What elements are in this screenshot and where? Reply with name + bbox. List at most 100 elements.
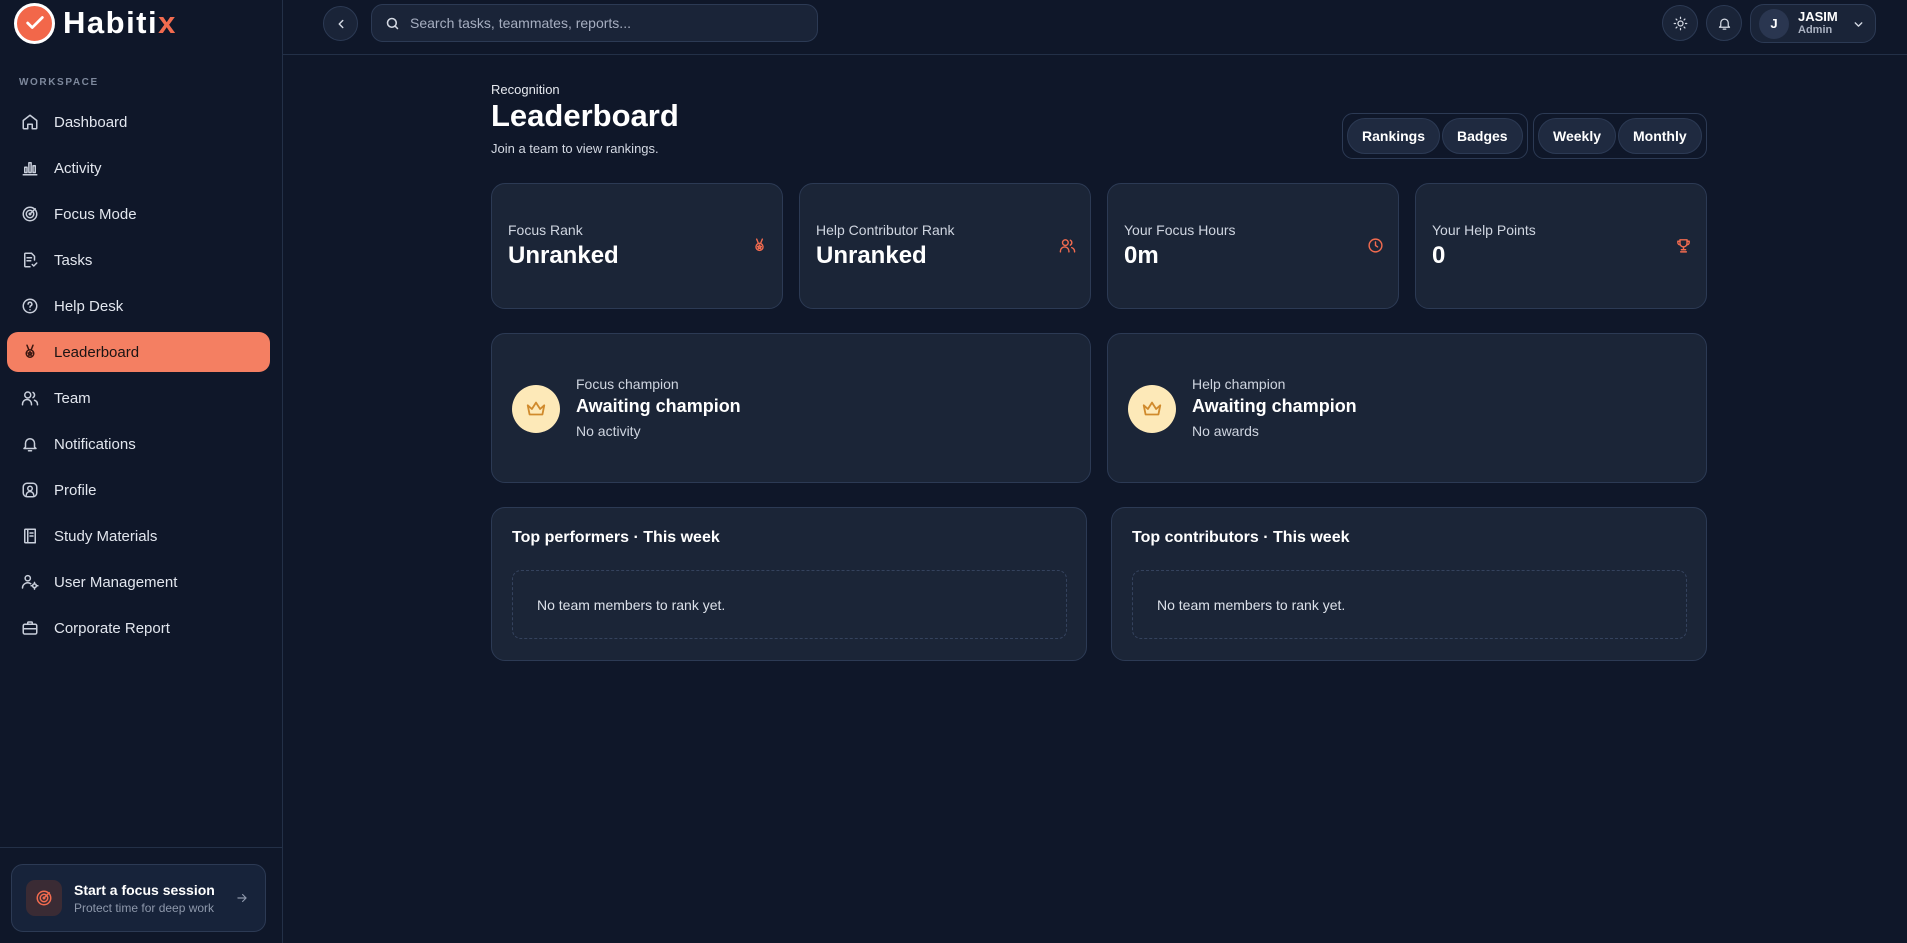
- page-subtitle: Join a team to view rankings.: [491, 141, 659, 156]
- stat-label: Your Help Points: [1432, 222, 1536, 238]
- sidebar-nav: Dashboard Activity Focus Mode Tasks Help…: [7, 102, 270, 654]
- panel-title: Top performers · This week: [512, 529, 720, 546]
- stat-value: Unranked: [508, 242, 619, 269]
- theme-toggle-button[interactable]: [1662, 5, 1698, 41]
- crown-icon: [1128, 385, 1176, 433]
- user-circle-icon: [21, 481, 39, 499]
- sidebar-item-study-materials[interactable]: Study Materials: [7, 516, 270, 556]
- stat-card-focus-rank: Focus Rank Unranked: [491, 183, 783, 309]
- award-icon: [751, 237, 768, 254]
- users-icon: [1059, 237, 1076, 254]
- tab-rankings[interactable]: Rankings: [1347, 118, 1441, 154]
- sidebar-item-label: Focus Mode: [54, 205, 137, 223]
- collapse-sidebar-button[interactable]: [323, 6, 358, 41]
- brand-logo-link[interactable]: Habitix: [14, 2, 177, 44]
- stat-label: Your Focus Hours: [1124, 222, 1236, 238]
- sun-icon: [1673, 16, 1688, 31]
- sidebar-item-help-desk[interactable]: Help Desk: [7, 286, 270, 326]
- sidebar-item-user-management[interactable]: User Management: [7, 562, 270, 602]
- top-contributors-panel: Top contributors · This week No team mem…: [1111, 507, 1707, 661]
- clock-icon: [1367, 237, 1384, 254]
- logo-check-icon: [14, 2, 55, 44]
- sidebar-item-notifications[interactable]: Notifications: [7, 424, 270, 464]
- clipboard-icon: [21, 251, 39, 269]
- search-bar: [371, 4, 818, 42]
- sidebar-item-label: Leaderboard: [54, 343, 140, 361]
- help-circle-icon: [21, 297, 39, 315]
- topbar: J JASIM Admin: [283, 0, 1907, 55]
- user-cog-icon: [21, 573, 39, 591]
- sidebar-item-team[interactable]: Team: [7, 378, 270, 418]
- notifications-button[interactable]: [1706, 5, 1742, 41]
- sidebar-item-label: Dashboard: [54, 113, 128, 131]
- sidebar-item-label: Team: [54, 389, 91, 407]
- arrow-right-icon: [235, 891, 249, 905]
- champion-title: Awaiting champion: [1192, 396, 1357, 416]
- stat-card-focus-hours: Your Focus Hours 0m: [1107, 183, 1399, 309]
- empty-state: No team members to rank yet.: [1132, 570, 1687, 639]
- sidebar-item-label: Activity: [54, 159, 102, 177]
- chevron-down-icon: [1852, 18, 1865, 31]
- empty-state: No team members to rank yet.: [512, 570, 1067, 639]
- sidebar-item-label: Corporate Report: [54, 619, 170, 637]
- user-menu-button[interactable]: J JASIM Admin: [1750, 4, 1876, 43]
- sidebar-item-focus-mode[interactable]: Focus Mode: [7, 194, 270, 234]
- tab-badges[interactable]: Badges: [1442, 118, 1523, 154]
- stat-label: Help Contributor Rank: [816, 222, 955, 238]
- cta-title: Start a focus session: [74, 881, 215, 898]
- home-icon: [21, 113, 39, 131]
- sidebar-item-tasks[interactable]: Tasks: [7, 240, 270, 280]
- tab-monthly[interactable]: Monthly: [1618, 118, 1702, 154]
- book-icon: [21, 527, 39, 545]
- period-toggle: Weekly Monthly: [1533, 113, 1707, 159]
- sidebar-item-label: Tasks: [54, 251, 93, 269]
- bell-icon: [1717, 16, 1732, 31]
- crown-icon: [512, 385, 560, 433]
- users-icon: [21, 389, 39, 407]
- stat-value: 0: [1432, 242, 1446, 269]
- cta-subtitle: Protect time for deep work: [74, 900, 215, 915]
- search-icon: [385, 16, 400, 31]
- sidebar-item-label: User Management: [54, 573, 178, 591]
- briefcase-icon: [21, 619, 39, 637]
- sidebar-item-profile[interactable]: Profile: [7, 470, 270, 510]
- tab-weekly[interactable]: Weekly: [1538, 118, 1616, 154]
- top-performers-panel: Top performers · This week No team membe…: [491, 507, 1087, 661]
- page-title: Leaderboard: [491, 98, 679, 133]
- stat-value: Unranked: [816, 242, 927, 269]
- avatar: J: [1759, 8, 1789, 39]
- bell-icon: [21, 435, 39, 453]
- user-name: JASIM: [1798, 9, 1838, 24]
- target-icon: [26, 880, 62, 916]
- champion-status: No activity: [576, 423, 641, 439]
- sidebar-divider: [0, 847, 283, 848]
- champion-label: Help champion: [1192, 376, 1286, 392]
- panel-title: Top contributors · This week: [1132, 529, 1350, 546]
- start-focus-session-button[interactable]: Start a focus session Protect time for d…: [11, 864, 266, 932]
- trophy-icon: [1675, 237, 1692, 254]
- sidebar-item-label: Notifications: [54, 435, 136, 453]
- sidebar-item-label: Help Desk: [54, 297, 124, 315]
- award-icon: [21, 343, 39, 361]
- sidebar-item-corporate-report[interactable]: Corporate Report: [7, 608, 270, 648]
- stat-value: 0m: [1124, 242, 1159, 269]
- stat-label: Focus Rank: [508, 222, 583, 238]
- stat-card-help-contributor-rank: Help Contributor Rank Unranked: [799, 183, 1091, 309]
- view-toggle: Rankings Badges: [1342, 113, 1528, 159]
- sidebar-item-label: Study Materials: [54, 527, 158, 545]
- sidebar-item-label: Profile: [54, 481, 97, 499]
- sidebar-item-leaderboard[interactable]: Leaderboard: [7, 332, 270, 372]
- champion-status: No awards: [1192, 423, 1259, 439]
- stat-card-help-points: Your Help Points 0: [1415, 183, 1707, 309]
- focus-champion-card: Focus champion Awaiting champion No acti…: [491, 333, 1091, 483]
- sidebar: Habitix WORKSPACE Dashboard Activity Foc…: [0, 0, 283, 943]
- workspace-section-label: WORKSPACE: [19, 77, 99, 88]
- target-icon: [21, 205, 39, 223]
- sidebar-item-activity[interactable]: Activity: [7, 148, 270, 188]
- sidebar-item-dashboard[interactable]: Dashboard: [7, 102, 270, 142]
- chevron-left-icon: [334, 17, 348, 31]
- search-input[interactable]: [410, 15, 790, 31]
- help-champion-card: Help champion Awaiting champion No award…: [1107, 333, 1707, 483]
- champion-label: Focus champion: [576, 376, 679, 392]
- brand-name: Habitix: [63, 5, 177, 40]
